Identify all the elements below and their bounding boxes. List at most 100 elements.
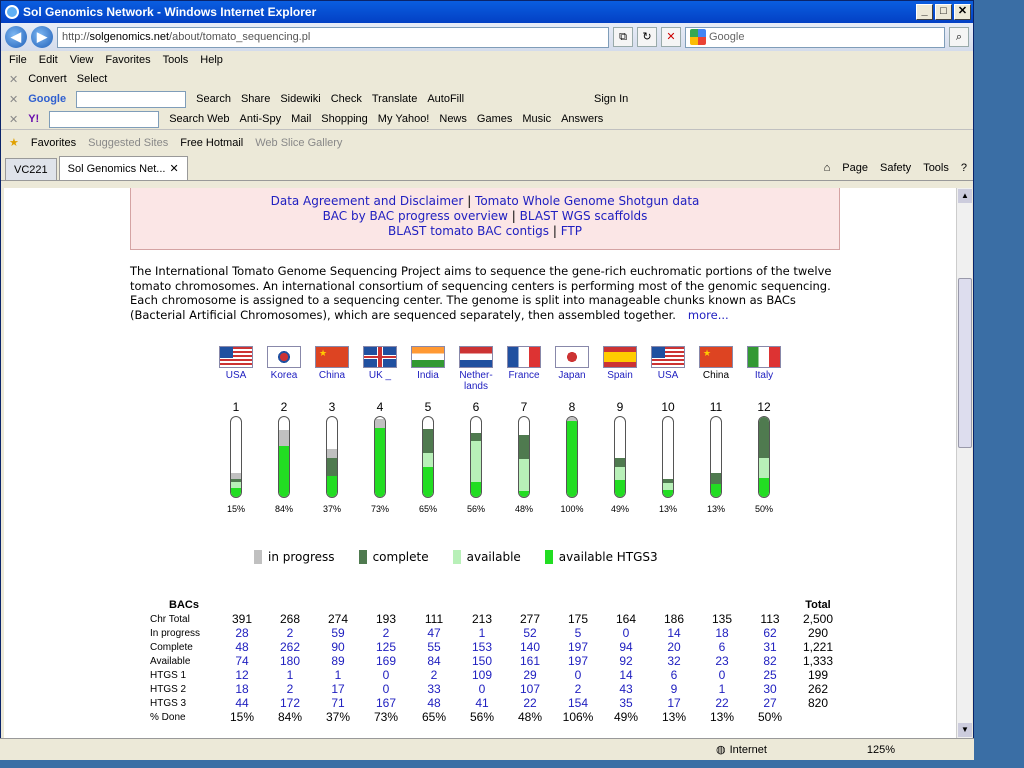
google-search-button[interactable]: Search — [196, 93, 231, 105]
yahoo-icon[interactable]: Y! — [28, 113, 39, 125]
scroll-thumb[interactable] — [958, 278, 972, 448]
table-cell[interactable]: 197 — [554, 640, 602, 654]
japan-flag-icon[interactable] — [555, 346, 589, 368]
table-cell[interactable]: 32 — [650, 654, 698, 668]
home-icon[interactable]: ⌂ — [824, 162, 831, 174]
search-web-button[interactable]: Search Web — [169, 113, 229, 125]
minimize-button[interactable]: _ — [916, 4, 933, 20]
tab-vc221[interactable]: VC221 — [5, 158, 57, 180]
menu-edit[interactable]: Edit — [39, 54, 58, 66]
center-label[interactable]: China — [308, 370, 356, 381]
table-cell[interactable]: 262 — [266, 640, 314, 654]
table-cell[interactable]: 2 — [410, 668, 458, 682]
chromosome-bar-3[interactable] — [308, 416, 356, 498]
scroll-up-icon[interactable]: ▲ — [958, 189, 972, 203]
bar-tube[interactable] — [326, 416, 338, 498]
table-cell[interactable]: 0 — [458, 682, 506, 696]
table-cell[interactable]: 22 — [698, 696, 746, 710]
table-cell[interactable]: 62 — [746, 626, 794, 640]
zoom-level[interactable]: 125% — [867, 744, 895, 756]
bar-tube[interactable] — [230, 416, 242, 498]
table-cell[interactable]: 48 — [410, 696, 458, 710]
table-cell[interactable]: 29 — [506, 668, 554, 682]
spain-flag-icon[interactable] — [603, 346, 637, 368]
toolbar-close-icon[interactable]: ✕ — [9, 93, 18, 106]
suggested-sites-link[interactable]: Suggested Sites — [88, 137, 168, 149]
bac-progress-link[interactable]: BAC by BAC progress overview — [323, 209, 508, 223]
chromosome-bar-2[interactable] — [260, 416, 308, 498]
table-cell[interactable]: 74 — [218, 654, 266, 668]
forward-button[interactable]: ▶ — [31, 26, 53, 48]
table-cell[interactable]: 1 — [698, 682, 746, 696]
table-cell[interactable]: 25 — [746, 668, 794, 682]
table-cell[interactable]: 27 — [746, 696, 794, 710]
table-cell[interactable]: 35 — [602, 696, 650, 710]
center-label[interactable]: Japan — [548, 370, 596, 381]
table-cell[interactable]: 31 — [746, 640, 794, 654]
bar-tube[interactable] — [278, 416, 290, 498]
maximize-button[interactable]: □ — [935, 4, 952, 20]
usa-flag-icon[interactable] — [651, 346, 685, 368]
bar-tube[interactable] — [614, 416, 626, 498]
menu-view[interactable]: View — [70, 54, 94, 66]
chromosome-bar-9[interactable] — [596, 416, 644, 498]
table-cell[interactable]: 9 — [650, 682, 698, 696]
news-button[interactable]: News — [439, 113, 467, 125]
center-label[interactable]: Korea — [260, 370, 308, 381]
chromosome-bar-11[interactable] — [692, 416, 740, 498]
table-cell[interactable]: 17 — [650, 696, 698, 710]
table-cell[interactable]: 48 — [218, 640, 266, 654]
table-cell[interactable]: 167 — [362, 696, 410, 710]
google-search-field[interactable] — [76, 90, 187, 108]
safety-menu[interactable]: Safety — [880, 162, 911, 174]
autofill-button[interactable]: AutoFill — [427, 93, 464, 105]
bar-tube[interactable] — [374, 416, 386, 498]
bar-tube[interactable] — [422, 416, 434, 498]
search-icon[interactable]: ⌕ — [949, 27, 969, 47]
table-cell[interactable]: 1 — [266, 668, 314, 682]
music-button[interactable]: Music — [522, 113, 551, 125]
center-3[interactable]: UK _ — [356, 346, 404, 392]
chromosome-bar-7[interactable] — [500, 416, 548, 498]
uk-flag-icon[interactable] — [363, 346, 397, 368]
table-cell[interactable]: 172 — [266, 696, 314, 710]
chromosome-bar-8[interactable] — [548, 416, 596, 498]
table-cell[interactable]: 89 — [314, 654, 362, 668]
center-6[interactable]: France — [500, 346, 548, 392]
table-cell[interactable]: 5 — [554, 626, 602, 640]
table-cell[interactable]: 52 — [506, 626, 554, 640]
free-hotmail-link[interactable]: Free Hotmail — [180, 137, 243, 149]
bar-tube[interactable] — [566, 416, 578, 498]
table-cell[interactable]: 92 — [602, 654, 650, 668]
center-label[interactable]: Italy — [740, 370, 788, 381]
france-flag-icon[interactable] — [507, 346, 541, 368]
table-cell[interactable]: 6 — [650, 668, 698, 682]
center-1[interactable]: Korea — [260, 346, 308, 392]
menu-tools[interactable]: Tools — [163, 54, 189, 66]
center-5[interactable]: Nether- lands — [452, 346, 500, 392]
convert-button[interactable]: Convert — [28, 73, 67, 85]
chromosome-bar-4[interactable] — [356, 416, 404, 498]
table-cell[interactable]: 82 — [746, 654, 794, 668]
help-icon[interactable]: ? — [961, 162, 967, 174]
table-cell[interactable]: 33 — [410, 682, 458, 696]
table-cell[interactable]: 2 — [554, 682, 602, 696]
chromosome-bar-6[interactable] — [452, 416, 500, 498]
center-7[interactable]: Japan — [548, 346, 596, 392]
chromosome-bar-12[interactable] — [740, 416, 788, 498]
share-button[interactable]: Share — [241, 93, 270, 105]
table-cell[interactable]: 0 — [554, 668, 602, 682]
bar-tube[interactable] — [758, 416, 770, 498]
games-button[interactable]: Games — [477, 113, 512, 125]
select-button[interactable]: Select — [77, 73, 108, 85]
bar-tube[interactable] — [470, 416, 482, 498]
netherlands-flag-icon[interactable] — [459, 346, 493, 368]
chromosome-bar-1[interactable] — [212, 416, 260, 498]
back-button[interactable]: ◀ — [5, 26, 27, 48]
table-cell[interactable]: 71 — [314, 696, 362, 710]
vertical-scrollbar[interactable]: ▲ ▼ — [956, 188, 972, 738]
table-cell[interactable]: 109 — [458, 668, 506, 682]
close-button[interactable]: ✕ — [954, 4, 971, 20]
table-cell[interactable]: 41 — [458, 696, 506, 710]
table-cell[interactable]: 0 — [362, 668, 410, 682]
